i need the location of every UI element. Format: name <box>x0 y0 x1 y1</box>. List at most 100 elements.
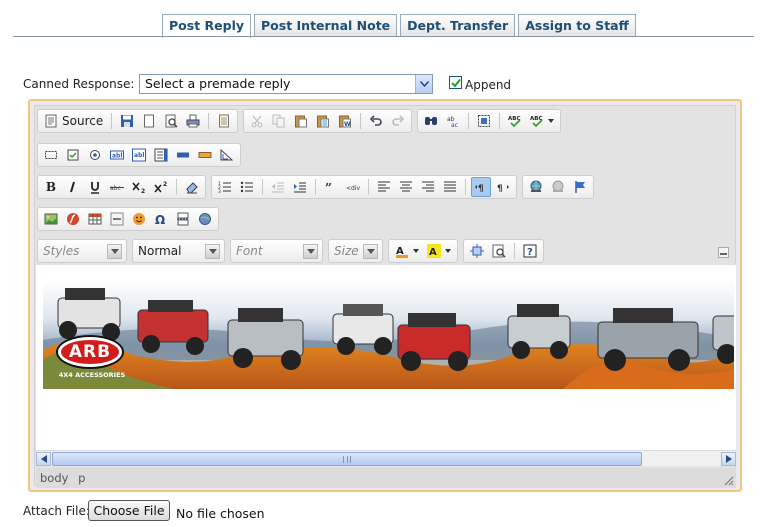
cut-button[interactable] <box>247 111 267 131</box>
paste-button[interactable] <box>291 111 311 131</box>
replace-button[interactable]: ab ac <box>443 111 463 131</box>
templates-button[interactable] <box>214 111 234 131</box>
numbered-list-button[interactable]: 123 <box>215 177 235 197</box>
align-right-button[interactable] <box>418 177 438 197</box>
radio-button[interactable] <box>85 145 105 165</box>
format-combo[interactable]: Normal <box>132 239 225 263</box>
toolbar-separator <box>468 113 470 129</box>
subscript-button[interactable]: 2 <box>129 177 149 197</box>
spellcheck-as-you-type-button[interactable]: ABC <box>527 111 557 131</box>
chevron-down-icon[interactable] <box>415 75 432 93</box>
form-button[interactable] <box>41 145 61 165</box>
append-checkbox[interactable] <box>449 76 462 89</box>
smiley-button[interactable] <box>129 209 149 229</box>
chevron-down-icon[interactable] <box>363 244 378 259</box>
paste-word-button[interactable]: W <box>335 111 355 131</box>
tab-dept-transfer[interactable]: Dept. Transfer <box>400 14 516 37</box>
image-button[interactable] <box>41 209 61 229</box>
toolbar-row-4: Ω <box>37 207 219 231</box>
scroll-right-button[interactable] <box>721 452 736 466</box>
toolbar-group-colors: A A <box>388 239 458 263</box>
anchor-button[interactable] <box>570 177 590 197</box>
new-page-button[interactable] <box>139 111 159 131</box>
blockquote-button[interactable]: ” <box>321 177 341 197</box>
find-button[interactable] <box>421 111 441 131</box>
show-blocks-button[interactable] <box>489 241 509 261</box>
ltr-button[interactable]: ¶ <box>471 177 491 197</box>
collapse-toolbar-button[interactable] <box>718 247 729 258</box>
strikethrough-icon: abc <box>110 185 124 192</box>
rtl-button[interactable]: ¶ <box>493 177 513 197</box>
remove-format-button[interactable] <box>182 177 202 197</box>
page-break-button[interactable] <box>173 209 193 229</box>
font-combo[interactable]: Font <box>230 239 323 263</box>
chevron-down-icon[interactable] <box>205 244 220 259</box>
align-center-button[interactable] <box>396 177 416 197</box>
editor-content[interactable]: ARB 4X4 ACCESSORIES <box>36 265 736 450</box>
bold-button[interactable]: B <box>41 177 61 197</box>
textfield-button[interactable]: abl <box>107 145 127 165</box>
styles-combo-text: Styles <box>43 244 80 258</box>
redo-button[interactable] <box>388 111 408 131</box>
special-char-button[interactable]: Ω <box>151 209 171 229</box>
tabs-divider <box>13 36 754 37</box>
spellcheck-button[interactable]: ABC <box>505 111 525 131</box>
toolbar-separator <box>499 113 501 129</box>
scrollbar-thumb[interactable] <box>52 452 642 466</box>
flash-button[interactable] <box>63 209 83 229</box>
horizontal-scrollbar[interactable] <box>36 450 736 466</box>
justify-button[interactable] <box>440 177 460 197</box>
chevron-down-icon[interactable] <box>107 244 122 259</box>
checkbox-button[interactable] <box>63 145 83 165</box>
resize-grip-icon[interactable] <box>722 474 734 486</box>
text-color-button[interactable]: A <box>392 241 422 261</box>
canned-response-select[interactable]: Select a premade reply <box>139 74 433 94</box>
svg-text:abl: abl <box>134 152 144 159</box>
paste-text-button[interactable] <box>313 111 333 131</box>
select-all-button[interactable] <box>474 111 494 131</box>
strikethrough-button[interactable]: abc <box>107 177 127 197</box>
indent-button[interactable] <box>290 177 310 197</box>
horizontal-rule-button[interactable] <box>107 209 127 229</box>
arrow-right-icon <box>725 455 732 463</box>
about-button[interactable]: ? <box>520 241 540 261</box>
rtl-icon: ¶ <box>497 184 509 194</box>
div-container-button[interactable]: <div> <box>343 177 363 197</box>
link-button[interactable] <box>526 177 546 197</box>
copy-button[interactable] <box>269 111 289 131</box>
button-field-button[interactable] <box>173 145 193 165</box>
bg-color-button[interactable]: A <box>424 241 454 261</box>
toolbar-separator <box>208 113 210 129</box>
outdent-button[interactable] <box>268 177 288 197</box>
select-field-button[interactable] <box>151 145 171 165</box>
preview-button[interactable] <box>161 111 181 131</box>
maximize-button[interactable] <box>467 241 487 261</box>
toolbar-separator <box>360 113 362 129</box>
iframe-button[interactable] <box>195 209 215 229</box>
toolbar-group-basic-styles: B abc 2 2 <box>37 175 206 199</box>
undo-button[interactable] <box>366 111 386 131</box>
textarea-button[interactable]: abl <box>129 145 149 165</box>
italic-button[interactable] <box>63 177 83 197</box>
source-button[interactable]: Source <box>41 111 106 131</box>
scroll-left-button[interactable] <box>36 452 51 466</box>
superscript-button[interactable]: 2 <box>151 177 171 197</box>
unlink-button[interactable] <box>548 177 568 197</box>
tab-assign-to-staff[interactable]: Assign to Staff <box>518 14 636 37</box>
tab-post-internal-note[interactable]: Post Internal Note <box>254 14 398 37</box>
underline-button[interactable] <box>85 177 105 197</box>
chevron-down-icon[interactable] <box>303 244 318 259</box>
tab-post-reply[interactable]: Post Reply <box>162 14 251 38</box>
size-combo[interactable]: Size <box>328 239 383 263</box>
hidden-field-button[interactable] <box>217 145 237 165</box>
choose-file-button[interactable]: Choose File <box>88 500 170 521</box>
styles-combo[interactable]: Styles <box>37 239 127 263</box>
image-button-button[interactable] <box>195 145 215 165</box>
table-button[interactable] <box>85 209 105 229</box>
save-button[interactable] <box>117 111 137 131</box>
undo-icon <box>370 115 382 126</box>
print-button[interactable] <box>183 111 203 131</box>
element-path[interactable]: body p <box>40 471 85 485</box>
bulleted-list-button[interactable] <box>237 177 257 197</box>
align-left-button[interactable] <box>374 177 394 197</box>
